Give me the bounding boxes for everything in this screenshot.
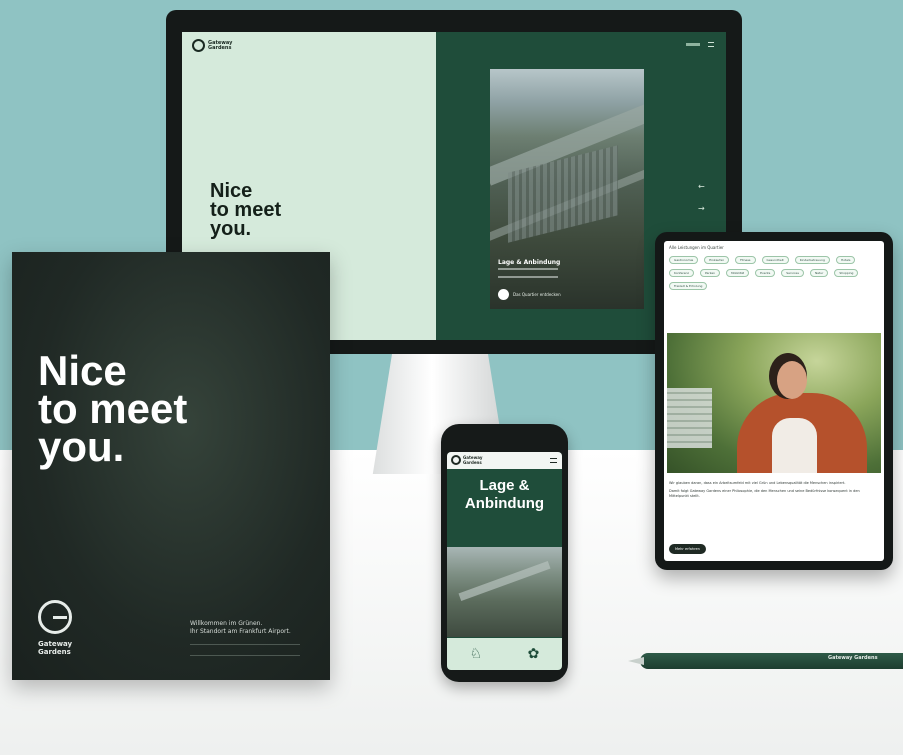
language-switch-icon[interactable] [686, 43, 700, 46]
tablet-chips-label: Alle Leistungen im Quartier [669, 245, 724, 250]
brochure-headline: Nice to meet you. [38, 350, 258, 470]
tablet-chip[interactable]: Einkaufen [704, 256, 730, 264]
tablet-paragraph-2: Damit folgt Gateway Gardens einer Philos… [669, 489, 860, 498]
tablet-chip[interactable]: Events [755, 269, 776, 277]
brochure-logo-text: Gateway Gardens [38, 640, 73, 656]
brochure-logo-g-icon [38, 600, 72, 634]
nature-icon: ✿ [527, 646, 540, 662]
imac-slider-arrows: ← → [698, 182, 705, 213]
imac-headline: Nice to meet you. [210, 181, 320, 240]
imac-photo-title: Lage & Anbindung [498, 259, 561, 266]
phone-screen: Gateway Gardens Lage & Anbindung ♘ ✿ [447, 452, 562, 670]
pen-tip [628, 657, 644, 665]
building-shape [667, 388, 712, 448]
phone-heading-line-2: Anbindung [464, 495, 545, 512]
brochure-headline-line-3: you. [38, 423, 125, 470]
phone-heading-line-1: Lage & [479, 477, 530, 494]
imac-aerial-photo[interactable]: Lage & Anbindung Das Quartier entdecken [490, 69, 644, 309]
phone-icons-row: ♘ ✿ [447, 638, 562, 670]
smartphone: Gateway Gardens Lage & Anbindung ♘ ✿ [441, 424, 568, 682]
brochure: Nice to meet you. Gateway Gardens Willko… [12, 252, 330, 680]
tablet-chip[interactable]: Services [781, 269, 804, 277]
tablet-chip[interactable]: Natur [809, 269, 829, 277]
tablet-portrait-photo [667, 333, 881, 473]
walking-icon: ♘ [469, 646, 483, 662]
tablet-chip[interactable]: Gastronomie [669, 256, 699, 264]
phone-hamburger-icon[interactable] [550, 458, 557, 463]
imac-logo[interactable]: Gateway Gardens [192, 39, 238, 52]
arrow-left-icon[interactable]: ← [698, 182, 705, 191]
phone-heading: Lage & Anbindung [447, 477, 562, 513]
imac-menu [686, 42, 714, 47]
tablet-chip[interactable]: Shopping [834, 269, 859, 277]
pen: Gateway Gardens [628, 648, 903, 674]
imac-play-label[interactable]: Das Quartier entdecken [513, 292, 561, 297]
tablet-chip[interactable]: Fitness [735, 256, 756, 264]
phone-header: Gateway Gardens [447, 452, 562, 469]
woman-head-shape [777, 361, 807, 399]
brochure-small-text-lines [190, 644, 300, 656]
tablet: Alle Leistungen im Quartier Gastronomie E… [655, 232, 893, 570]
tablet-chip[interactable]: Mobilität [726, 269, 750, 277]
arrow-right-icon[interactable]: → [698, 204, 705, 213]
phone-logo-g-icon[interactable] [451, 455, 461, 465]
imac-headline-line-3: you. [210, 218, 252, 240]
brochure-tagline-line-2: Ihr Standort am Frankfurt Airport. [190, 628, 291, 635]
tablet-chip[interactable]: Gesundheit [761, 256, 789, 264]
tablet-chip[interactable]: Parken [699, 269, 721, 277]
tablet-chip[interactable]: Freizeit & Erholung [669, 282, 708, 290]
tablet-chip-list: Gastronomie Einkaufen Fitness Gesundheit Kin… [669, 256, 881, 290]
play-button-icon[interactable] [498, 289, 509, 300]
tablet-screen: Alle Leistungen im Quartier Gastronomie E… [664, 241, 884, 561]
phone-logo-text: Gateway Gardens [463, 455, 483, 465]
brochure-tagline: Willkommen im Grünen. Ihr Standort am Fr… [190, 620, 320, 636]
tablet-chip[interactable]: Konferenz [669, 269, 694, 277]
logo-g-icon [192, 39, 205, 52]
tablet-paragraph-1: Wir glauben daran, dass ein Arbeitsumfel… [669, 481, 846, 485]
imac-photo-text-lines [498, 268, 558, 278]
pen-brand-text: Gateway Gardens [828, 655, 878, 661]
woman-shirt-shape [772, 418, 817, 473]
tablet-chip[interactable]: Hotels [835, 256, 856, 264]
imac-logo-text: Gateway Gardens [208, 39, 233, 51]
tablet-more-button[interactable]: Mehr erfahren [669, 544, 706, 554]
tablet-text: Wir glauben daran, dass ein Arbeitsumfel… [669, 481, 875, 502]
tablet-chip[interactable]: Kinderbetreuung [794, 256, 830, 264]
brochure-tagline-line-1: Willkommen im Grünen. [190, 620, 263, 627]
hamburger-menu-icon[interactable] [708, 42, 714, 47]
phone-aerial-photo [447, 547, 562, 637]
